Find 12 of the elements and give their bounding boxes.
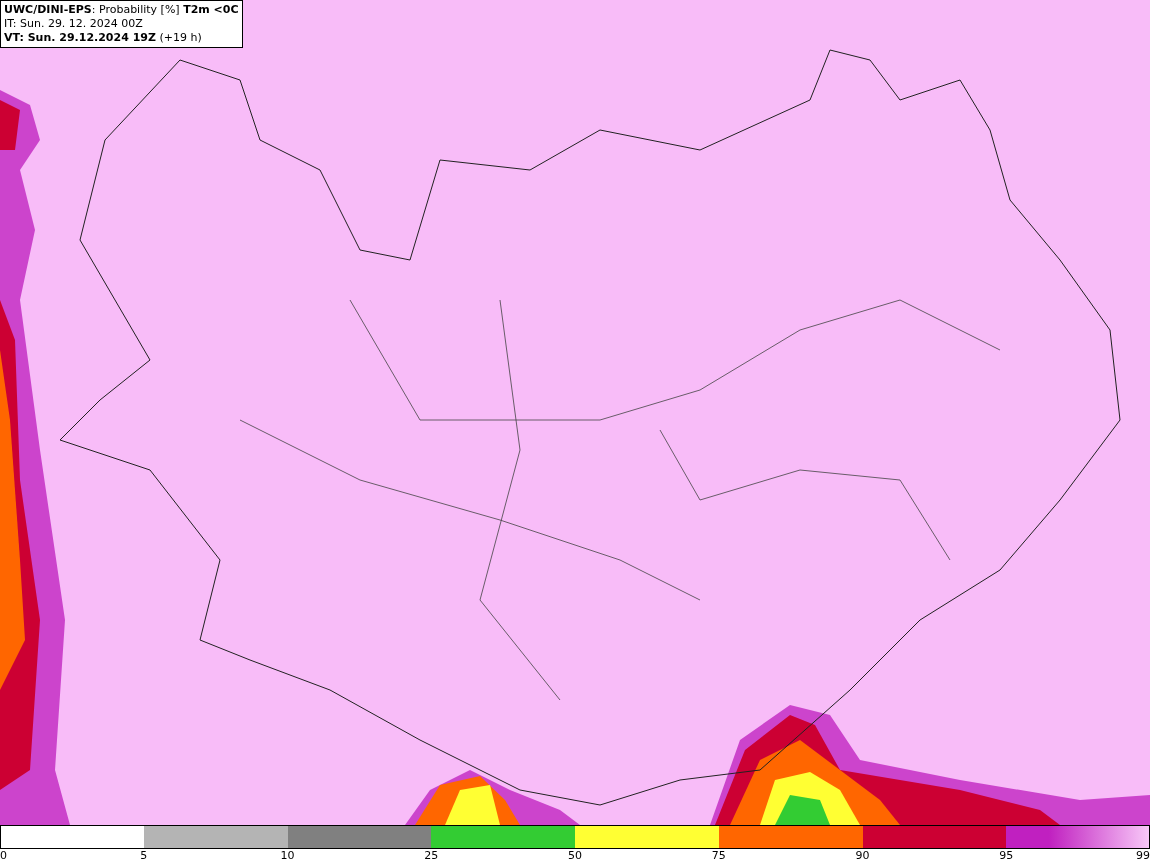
title-line: UWC/DINI-EPS: Probability [%] T2m <0C (4, 3, 239, 17)
scale-label: 10 (280, 849, 295, 863)
scale-label: 90 (855, 849, 870, 863)
scale-label: 99 (1136, 849, 1150, 863)
title-line: IT: Sun. 29. 12. 2024 00Z (4, 17, 144, 31)
scale-label: 5 (140, 849, 148, 863)
scale-label: 50 (568, 849, 582, 863)
scale-label: 75 (711, 849, 726, 863)
scale-label: 95 (999, 849, 1014, 863)
scale-label: 25 (424, 849, 439, 863)
scale-label: 0 (0, 849, 7, 863)
title-line: VT: Sun. 29.12.2024 19Z (+19 h) (4, 31, 203, 45)
